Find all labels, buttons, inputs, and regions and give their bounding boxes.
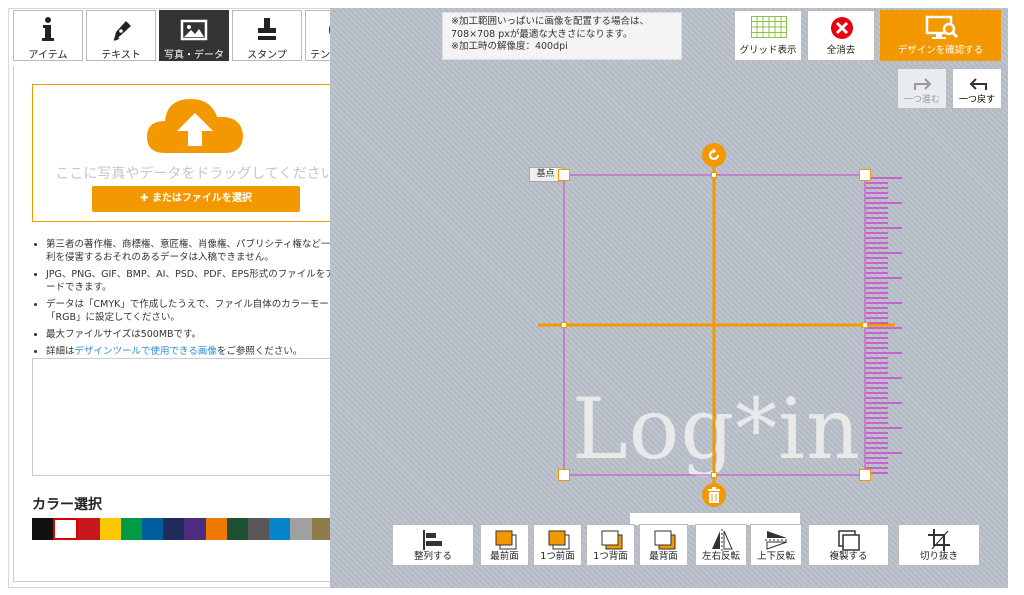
align-button[interactable]: 整列する [392,524,474,566]
flip-vertical-button[interactable]: 上下反転 [750,524,802,566]
duplicate-label: 複製する [829,551,868,562]
bring-forward-label: 1つ前面 [540,551,575,562]
crop-button[interactable]: 切り抜き [898,524,980,566]
resize-handle-left[interactable] [561,322,567,328]
send-backward-label: 1つ背面 [593,551,628,562]
resize-handle-top[interactable] [711,172,717,178]
resize-handle-bottom-left[interactable] [558,469,570,481]
flip-vertical-label: 上下反転 [756,551,795,562]
resize-handle-right[interactable] [862,322,868,328]
send-to-back-label: 最背面 [649,551,678,562]
flip-horizontal-label: 左右反転 [701,551,740,562]
bring-to-front-button[interactable]: 最前面 [480,524,529,566]
resize-handle-top-left[interactable] [558,169,570,181]
resize-handle-bottom-right[interactable] [859,469,871,481]
rotate-handle[interactable] [702,143,726,167]
resize-handle-top-right[interactable] [859,169,871,181]
bring-to-front-label: 最前面 [490,551,519,562]
align-label: 整列する [413,551,452,562]
selection-guides [538,165,902,488]
trash-icon [707,487,721,507]
duplicate-button[interactable]: 複製する [808,524,889,566]
design-tool: アイテム テキスト 写真・データ スタンプ テンプレート [0,0,1024,595]
bring-forward-button[interactable]: 1つ前面 [533,524,582,566]
delete-handle[interactable] [702,483,726,507]
send-to-back-button[interactable]: 最背面 [639,524,688,566]
crop-label: 切り抜き [919,551,958,562]
resize-handle-bottom[interactable] [711,472,717,478]
send-backward-button[interactable]: 1つ背面 [586,524,635,566]
flip-horizontal-button[interactable]: 左右反転 [695,524,747,566]
rotate-icon [706,147,722,167]
